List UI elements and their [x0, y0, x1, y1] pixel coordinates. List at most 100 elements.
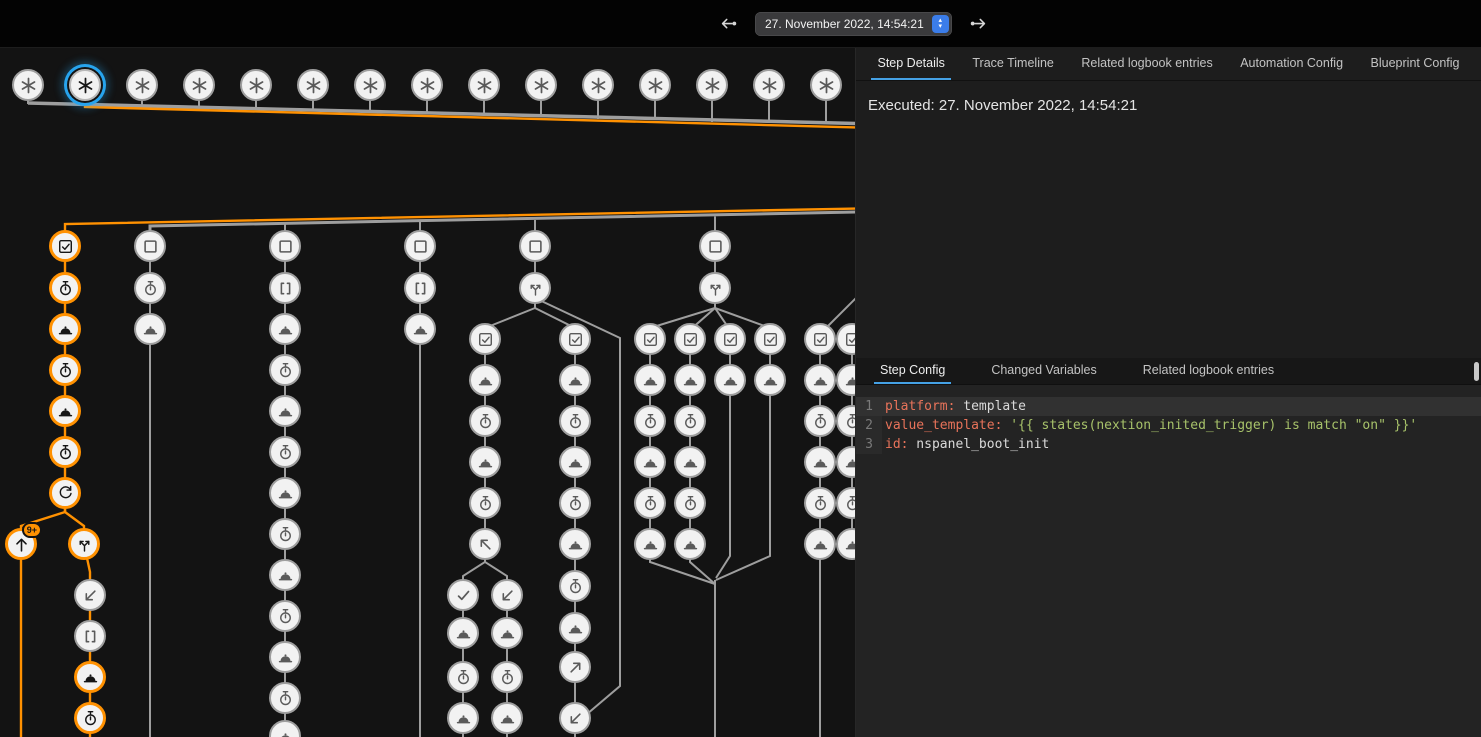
- timer-node[interactable]: [134, 272, 166, 304]
- asterisk-node[interactable]: [354, 69, 386, 101]
- asterisk-node[interactable]: [183, 69, 215, 101]
- timer-node[interactable]: [74, 702, 106, 734]
- square-node[interactable]: [269, 230, 301, 262]
- bell-node[interactable]: [49, 313, 81, 345]
- square-node[interactable]: [699, 230, 731, 262]
- brackets-node[interactable]: [74, 620, 106, 652]
- check-node[interactable]: [447, 579, 479, 611]
- bell-node[interactable]: [559, 612, 591, 644]
- arrow-up-node[interactable]: 9+: [5, 528, 37, 560]
- asterisk-node[interactable]: [297, 69, 329, 101]
- bell-node[interactable]: [469, 364, 501, 396]
- bell-node[interactable]: [134, 313, 166, 345]
- timer-node[interactable]: [559, 405, 591, 437]
- asterisk-node[interactable]: [69, 69, 101, 101]
- bell-node[interactable]: [491, 617, 523, 649]
- checkbox-marked-node[interactable]: [714, 323, 746, 355]
- timer-node[interactable]: [269, 518, 301, 550]
- timer-node[interactable]: [634, 405, 666, 437]
- tab-automation-config[interactable]: Automation Config: [1234, 48, 1349, 80]
- timer-node[interactable]: [469, 405, 501, 437]
- bell-node[interactable]: [404, 313, 436, 345]
- arrow-up-left-node[interactable]: [469, 528, 501, 560]
- timer-node[interactable]: [674, 487, 706, 519]
- timer-node[interactable]: [804, 405, 836, 437]
- tab-blueprint-config[interactable]: Blueprint Config: [1365, 48, 1466, 80]
- asterisk-node[interactable]: [810, 69, 842, 101]
- bell-node[interactable]: [804, 446, 836, 478]
- timer-node[interactable]: [49, 436, 81, 468]
- tab-step-config[interactable]: Step Config: [874, 358, 951, 384]
- bell-node[interactable]: [559, 528, 591, 560]
- checkbox-marked-node[interactable]: [559, 323, 591, 355]
- bell-node[interactable]: [269, 477, 301, 509]
- timer-node[interactable]: [269, 436, 301, 468]
- asterisk-node[interactable]: [411, 69, 443, 101]
- arrow-down-left-node[interactable]: [491, 579, 523, 611]
- split-node[interactable]: [68, 528, 100, 560]
- timer-node[interactable]: [804, 487, 836, 519]
- asterisk-node[interactable]: [639, 69, 671, 101]
- trace-datetime-select[interactable]: 27. November 2022, 14:54:21 ▴▾: [755, 12, 952, 36]
- asterisk-node[interactable]: [696, 69, 728, 101]
- bell-node[interactable]: [674, 364, 706, 396]
- checkbox-marked-node[interactable]: [674, 323, 706, 355]
- asterisk-node[interactable]: [525, 69, 557, 101]
- bell-node[interactable]: [634, 364, 666, 396]
- bell-node[interactable]: [634, 446, 666, 478]
- bell-node[interactable]: [674, 446, 706, 478]
- next-trace-button[interactable]: [967, 13, 989, 35]
- square-node[interactable]: [404, 230, 436, 262]
- bell-node[interactable]: [634, 528, 666, 560]
- timer-node[interactable]: [447, 661, 479, 693]
- timer-node[interactable]: [49, 272, 81, 304]
- timer-node[interactable]: [269, 600, 301, 632]
- square-node[interactable]: [134, 230, 166, 262]
- timer-node[interactable]: [269, 354, 301, 386]
- timer-node[interactable]: [269, 682, 301, 714]
- asterisk-node[interactable]: [240, 69, 272, 101]
- bell-node[interactable]: [469, 446, 501, 478]
- bell-node[interactable]: [559, 364, 591, 396]
- brackets-node[interactable]: [269, 272, 301, 304]
- bell-node[interactable]: [804, 528, 836, 560]
- bell-node[interactable]: [804, 364, 836, 396]
- asterisk-node[interactable]: [12, 69, 44, 101]
- tab-changed-variables[interactable]: Changed Variables: [985, 358, 1102, 384]
- checkbox-marked-node[interactable]: [49, 230, 81, 262]
- tab-step-details[interactable]: Step Details: [871, 48, 950, 80]
- timer-node[interactable]: [491, 661, 523, 693]
- asterisk-node[interactable]: [753, 69, 785, 101]
- square-node[interactable]: [519, 230, 551, 262]
- bell-node[interactable]: [74, 661, 106, 693]
- bell-node[interactable]: [714, 364, 746, 396]
- tab-related-logbook-entries[interactable]: Related logbook entries: [1075, 48, 1218, 80]
- checkbox-marked-node[interactable]: [804, 323, 836, 355]
- scrollbar-thumb[interactable]: [1474, 362, 1479, 381]
- timer-node[interactable]: [674, 405, 706, 437]
- split-node[interactable]: [699, 272, 731, 304]
- bell-node[interactable]: [559, 446, 591, 478]
- checkbox-marked-node[interactable]: [754, 323, 786, 355]
- bell-node[interactable]: [269, 395, 301, 427]
- tab-related-logbook-entries[interactable]: Related logbook entries: [1137, 358, 1280, 384]
- bell-node[interactable]: [447, 617, 479, 649]
- timer-node[interactable]: [559, 487, 591, 519]
- arrow-up-right-node[interactable]: [559, 651, 591, 683]
- arrow-down-left-node[interactable]: [74, 579, 106, 611]
- asterisk-node[interactable]: [582, 69, 614, 101]
- timer-node[interactable]: [49, 354, 81, 386]
- checkbox-marked-node[interactable]: [634, 323, 666, 355]
- bell-node[interactable]: [674, 528, 706, 560]
- asterisk-node[interactable]: [126, 69, 158, 101]
- split-node[interactable]: [519, 272, 551, 304]
- tab-trace-timeline[interactable]: Trace Timeline: [966, 48, 1060, 80]
- bell-node[interactable]: [754, 364, 786, 396]
- bell-node[interactable]: [447, 702, 479, 734]
- timer-node[interactable]: [559, 570, 591, 602]
- bell-node[interactable]: [269, 313, 301, 345]
- bell-node[interactable]: [491, 702, 523, 734]
- asterisk-node[interactable]: [468, 69, 500, 101]
- bell-node[interactable]: [269, 559, 301, 591]
- bell-node[interactable]: [49, 395, 81, 427]
